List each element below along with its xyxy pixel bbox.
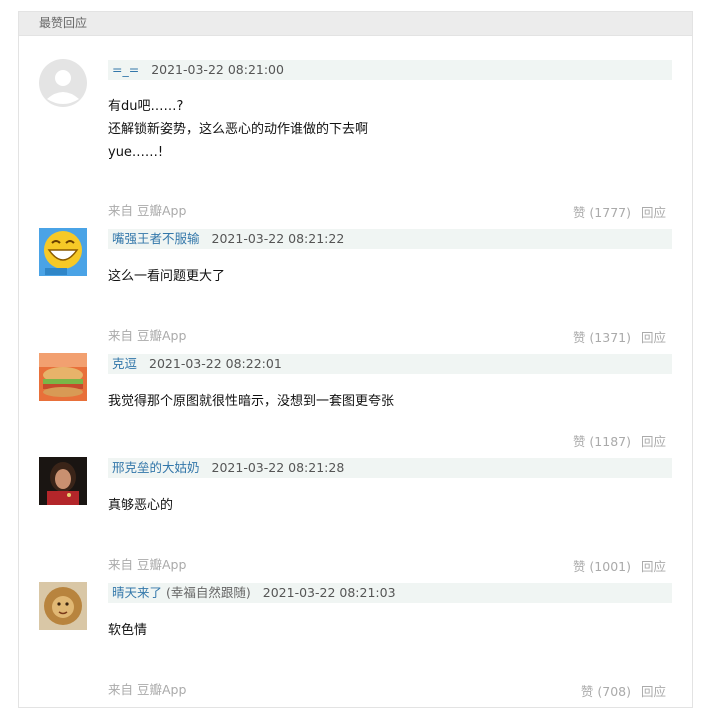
comment-actions: 赞 (1777) 回应 (573, 202, 666, 221)
comment-text: 我觉得那个原图就很性暗示，没想到一套图更夸张 (108, 390, 394, 413)
section-header: 最赞回应 (19, 12, 692, 36)
author-link[interactable]: 邢克垒的大姑奶 (112, 460, 200, 475)
comment-time: 2021-03-22 08:21:03 (262, 585, 396, 600)
comment-line: 我觉得那个原图就很性暗示，没想到一套图更夸张 (108, 394, 395, 409)
comment-time: 2021-03-22 08:22:01 (149, 356, 282, 371)
top-comments-panel: 最赞回应 =_= 2021-03-22 08:21:00 有du吧……? 还解锁新… (18, 11, 693, 708)
comment-source: 来自 豆瓣App (108, 328, 187, 343)
comment-actions: 赞 (708) 回应 (581, 681, 666, 700)
section-title: 最赞回应 (39, 16, 88, 30)
author-signature: (幸福自然跟随) (166, 585, 251, 600)
comment-actions: 赞 (1371) 回应 (573, 327, 666, 346)
comment-source: 来自 豆瓣App (108, 682, 187, 697)
reply-button[interactable]: 回应 (641, 330, 666, 345)
comment-line: 还解锁新姿势，这么恶心的动作谁做的下去啊 (108, 122, 369, 137)
comment-actions: 赞 (1001) 回应 (573, 556, 666, 575)
reply-button[interactable]: 回应 (641, 434, 666, 449)
comment-meta: =_= 2021-03-22 08:21:00 (108, 60, 672, 80)
portrait-avatar[interactable] (39, 457, 87, 505)
comment-source: 来自 豆瓣App (108, 557, 187, 572)
author-link[interactable]: 晴天来了 (112, 585, 162, 600)
author-link[interactable]: 嘴强王者不服输 (112, 231, 200, 246)
comment-time: 2021-03-22 08:21:00 (151, 62, 284, 77)
lion-avatar[interactable] (39, 582, 87, 630)
comment-meta: 嘴强王者不服输 2021-03-22 08:21:22 (108, 229, 672, 249)
comment-time: 2021-03-22 08:21:22 (211, 231, 345, 246)
vote-button[interactable]: 赞 (1187) (573, 434, 631, 449)
comment-meta: 晴天来了 (幸福自然跟随) 2021-03-22 08:21:03 (108, 583, 672, 603)
vote-button[interactable]: 赞 (1001) (573, 559, 631, 574)
default-avatar-icon[interactable] (39, 59, 87, 107)
comment-line: 软色情 (108, 623, 148, 638)
comment-text: 这么一看问题更大了 (108, 265, 225, 288)
comment-source: 来自 豆瓣App (108, 203, 187, 218)
laughing-emoji-avatar[interactable] (39, 228, 87, 276)
comment-line: yue……! (108, 145, 164, 160)
comment-actions: 赞 (1187) 回应 (573, 431, 666, 450)
comment-line: 这么一看问题更大了 (108, 269, 226, 284)
comment-line: 有du吧……? (108, 99, 184, 114)
vote-button[interactable]: 赞 (1777) (573, 205, 631, 220)
author-link[interactable]: =_= (112, 62, 139, 77)
author-link[interactable]: 克逗 (112, 356, 137, 371)
comment-meta: 邢克垒的大姑奶 2021-03-22 08:21:28 (108, 458, 672, 478)
reply-button[interactable]: 回应 (641, 559, 666, 574)
vote-button[interactable]: 赞 (1371) (573, 330, 631, 345)
reply-button[interactable]: 回应 (641, 205, 666, 220)
burger-avatar[interactable] (39, 353, 87, 401)
comment-meta: 克逗 2021-03-22 08:22:01 (108, 354, 672, 374)
comment-time: 2021-03-22 08:21:28 (211, 460, 345, 475)
comment-text: 有du吧……? 还解锁新姿势，这么恶心的动作谁做的下去啊 yue……! (108, 95, 368, 164)
comment-line: 真够恶心的 (108, 498, 174, 513)
comment-text: 真够恶心的 (108, 494, 173, 517)
reply-button[interactable]: 回应 (641, 684, 666, 699)
comment-text: 软色情 (108, 619, 147, 642)
vote-button[interactable]: 赞 (708) (581, 684, 631, 699)
